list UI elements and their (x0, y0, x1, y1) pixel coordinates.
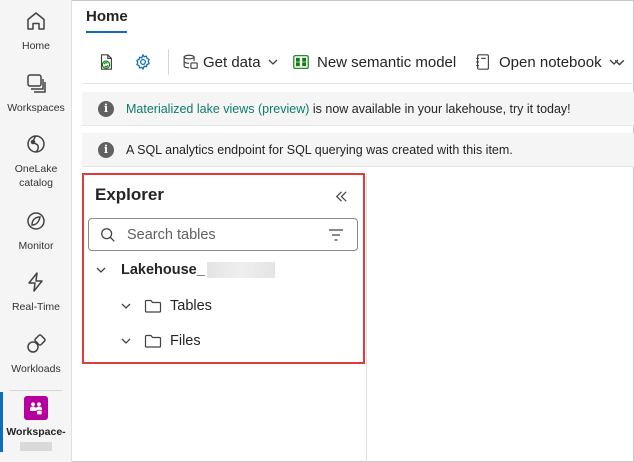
get-data-button[interactable]: Get data (181, 40, 279, 84)
left-rail: Home Workspaces OneLake catalog Monitor R… (0, 0, 72, 462)
refresh-document-icon (100, 54, 112, 70)
files-label: Files (170, 333, 201, 349)
chevron-down-icon (614, 59, 625, 66)
rail-item-onelake-catalog[interactable]: OneLake catalog (0, 132, 72, 190)
info-banner-sql-endpoint: i A SQL analytics endpoint for SQL query… (82, 133, 634, 167)
workspace-name-redacted (20, 442, 52, 451)
rail-item-home[interactable]: Home (0, 9, 72, 53)
monitor-icon (27, 212, 45, 230)
onelake-catalog-icon (27, 135, 45, 153)
chevron-down-icon (96, 267, 106, 273)
notebook-icon (476, 54, 489, 70)
rail-item-workspace-current[interactable]: Workspace- (0, 396, 72, 451)
toolbar-divider (168, 49, 169, 75)
info-banner-lake-views: i Materialized lake views (preview) is n… (82, 92, 634, 126)
get-data-label: Get data (203, 53, 261, 71)
chevron-down-icon (268, 59, 278, 65)
open-notebook-button[interactable]: Open notebook (474, 40, 620, 84)
chevron-down-icon (121, 303, 131, 309)
rail-divider (10, 390, 62, 391)
lakehouse-name-redacted (206, 262, 275, 278)
tab-home[interactable]: Home (86, 8, 128, 25)
folder-icon (144, 299, 162, 313)
filter-icon[interactable] (327, 226, 345, 244)
double-chevron-left-icon (335, 190, 347, 202)
workspaces-icon (27, 74, 46, 93)
rail-label-onelake-line1: OneLake (14, 163, 58, 175)
tables-label: Tables (170, 298, 212, 314)
rail-label-monitor: Monitor (18, 240, 54, 252)
tree-item-files[interactable]: Files (120, 333, 201, 349)
search-tables-input[interactable]: Search tables (88, 218, 358, 251)
tree-item-lakehouse[interactable]: Lakehouse_ (95, 262, 275, 278)
new-semantic-model-button[interactable]: New semantic model (292, 40, 456, 84)
rail-label-workspaces: Workspaces (7, 102, 65, 114)
more-options-button[interactable] (613, 40, 626, 84)
refresh-button[interactable] (97, 40, 115, 84)
tree-item-tables[interactable]: Tables (120, 298, 212, 314)
rail-label-real-time: Real-Time (11, 301, 61, 313)
rail-label-onelake: OneLake catalog (15, 162, 58, 190)
ribbon-toolbar: Get data New semantic model Open noteboo… (82, 40, 634, 84)
tab-home-underline (86, 31, 127, 33)
collapse-explorer-button[interactable] (331, 186, 351, 206)
open-notebook-label: Open notebook (499, 53, 602, 71)
gear-icon (136, 54, 150, 70)
banner-text-sql: A SQL analytics endpoint for SQL queryin… (126, 142, 513, 157)
semantic-model-icon (293, 55, 309, 69)
rail-label-onelake-line2: catalog (19, 177, 53, 189)
workspace-label: Workspace- (6, 426, 66, 438)
new-semantic-model-label: New semantic model (317, 53, 457, 71)
rail-item-workspaces[interactable]: Workspaces (0, 71, 72, 115)
explorer-title: Explorer (95, 185, 164, 204)
folder-icon (144, 334, 162, 348)
banner-text: Materialized lake views (preview) is now… (126, 102, 571, 116)
search-placeholder: Search tables (127, 226, 216, 243)
settings-button[interactable] (134, 40, 152, 84)
chevron-down-icon (121, 338, 131, 344)
info-icon: i (98, 100, 114, 117)
search-icon (101, 227, 115, 242)
rail-item-real-time[interactable]: Real-Time (0, 270, 72, 314)
banner-text-rest: is now available in your lakehouse, try … (309, 101, 571, 116)
home-icon (27, 12, 45, 30)
workloads-icon (27, 334, 46, 353)
rail-item-workloads[interactable]: Workloads (0, 332, 72, 376)
rail-label-workloads: Workloads (11, 363, 61, 375)
info-icon: i (98, 141, 114, 158)
workspace-people-icon (24, 396, 48, 420)
real-time-icon (28, 272, 43, 292)
lakehouse-name: Lakehouse_ (121, 262, 205, 278)
rail-item-monitor[interactable]: Monitor (0, 209, 72, 253)
database-icon (183, 54, 198, 69)
rail-label-home: Home (21, 40, 50, 52)
materialized-lake-views-link[interactable]: Materialized lake views (preview) (126, 102, 309, 116)
